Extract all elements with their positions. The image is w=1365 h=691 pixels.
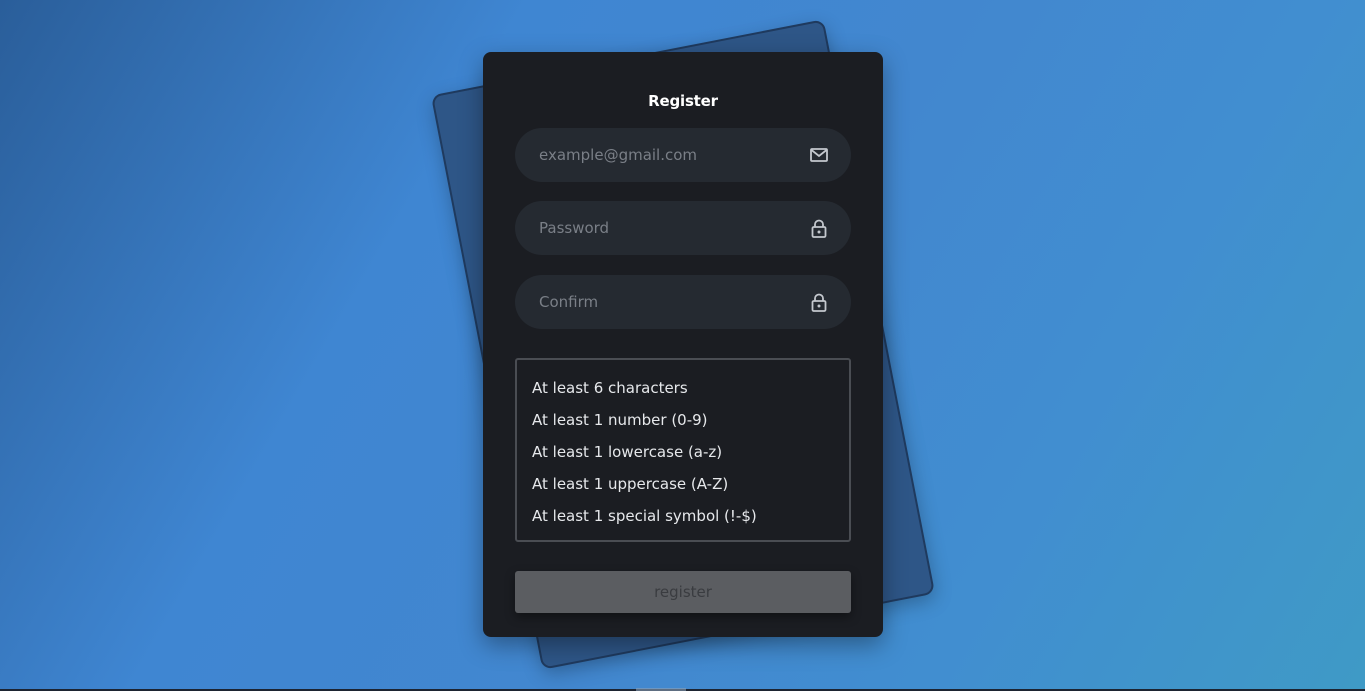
rule-number: At least 1 number (0-9)	[532, 411, 708, 429]
confirm-field[interactable]	[515, 275, 851, 329]
register-button[interactable]: register	[515, 571, 851, 613]
confirm-input[interactable]	[539, 275, 789, 329]
lock-icon	[809, 218, 829, 238]
password-input[interactable]	[539, 201, 789, 255]
password-rules-box: At least 6 characters At least 1 number …	[515, 358, 851, 542]
mail-icon	[809, 145, 829, 165]
email-input[interactable]	[539, 128, 789, 182]
rule-min-length: At least 6 characters	[532, 379, 688, 397]
rule-special-symbol: At least 1 special symbol (!-$)	[532, 507, 757, 525]
email-field[interactable]	[515, 128, 851, 182]
form-title: Register	[648, 92, 718, 110]
register-card: Register At	[483, 52, 883, 637]
password-field[interactable]	[515, 201, 851, 255]
lock-icon	[809, 292, 829, 312]
rule-lowercase: At least 1 lowercase (a-z)	[532, 443, 723, 461]
rule-uppercase: At least 1 uppercase (A-Z)	[532, 475, 729, 493]
